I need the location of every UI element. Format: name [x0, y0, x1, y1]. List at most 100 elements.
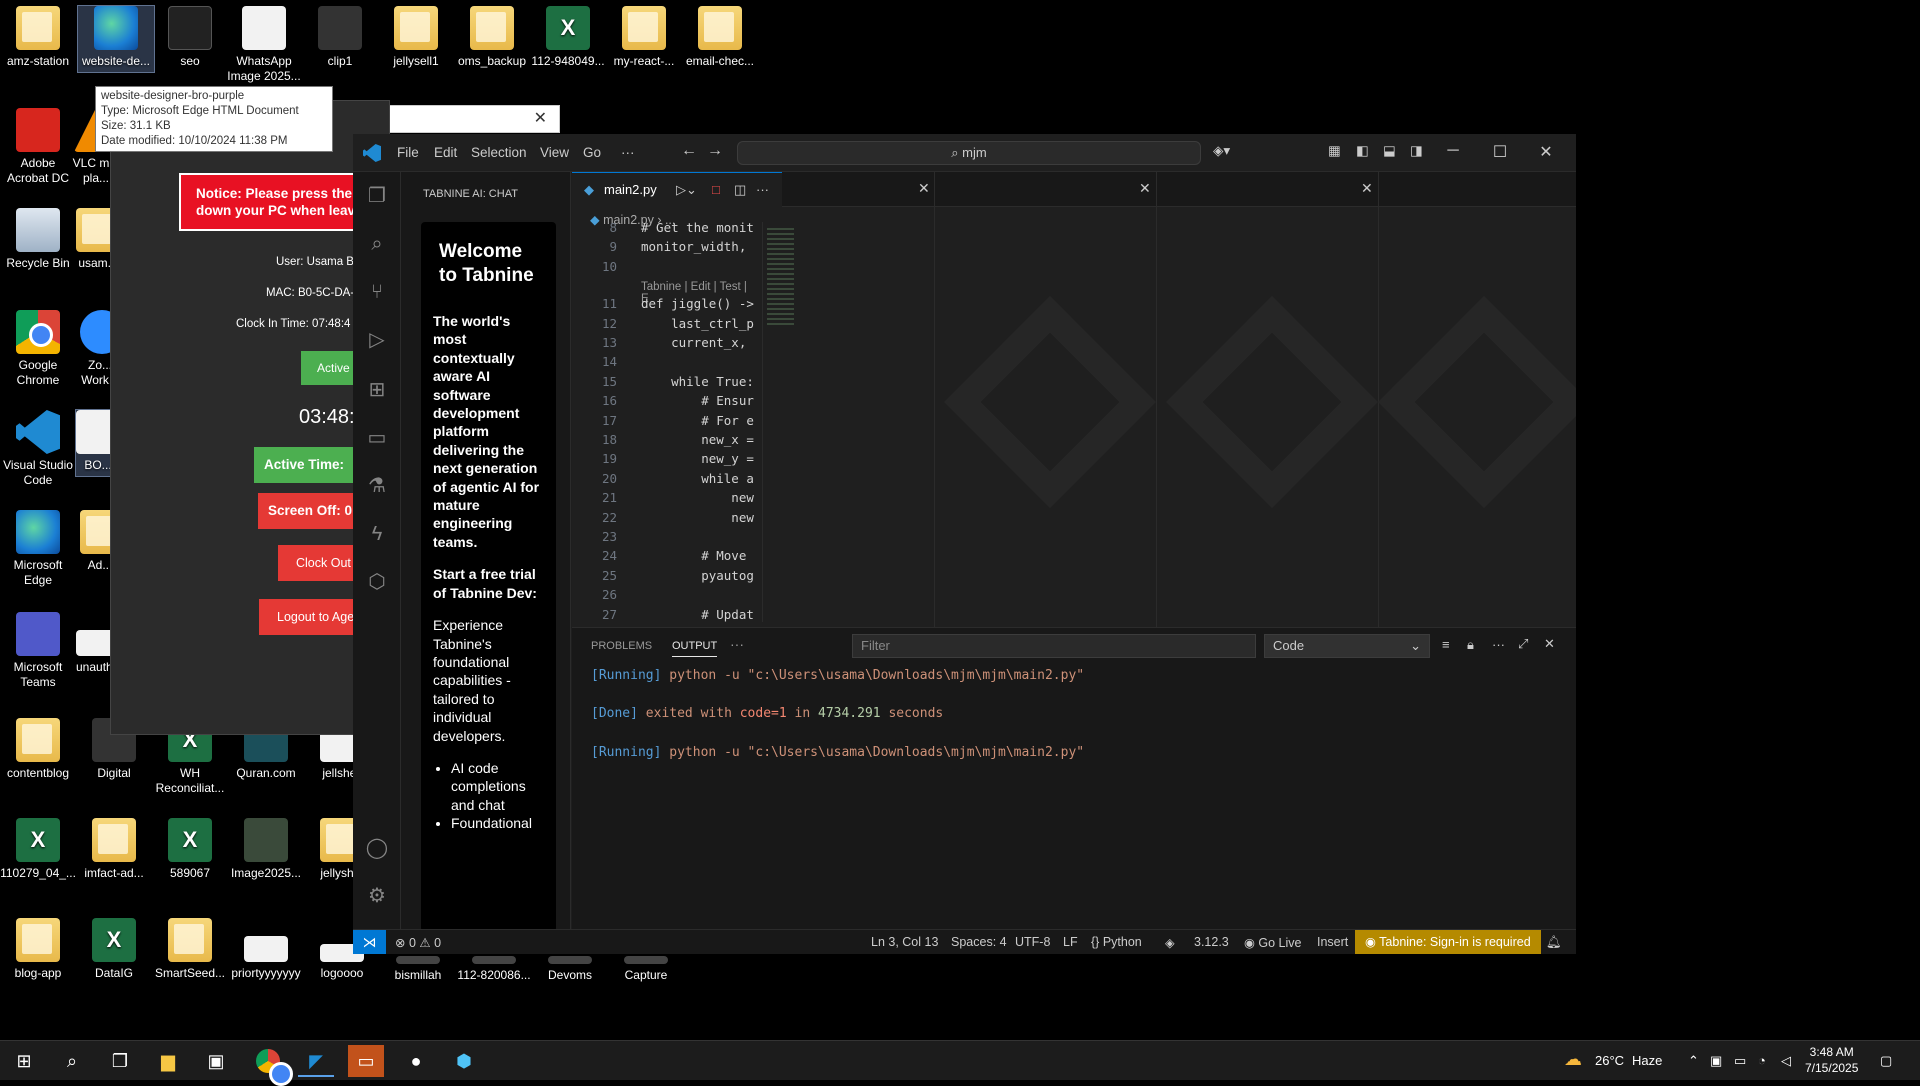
close-pane-icon[interactable]: ✕: [1361, 180, 1373, 197]
clear-output-icon[interactable]: ≡: [1442, 637, 1450, 652]
tab-problems[interactable]: PROBLEMS: [591, 640, 652, 652]
desktop-icon-my-react[interactable]: my-react-...: [606, 6, 682, 69]
desktop-icon-amz-station[interactable]: amz-station: [0, 6, 76, 69]
maximize-icon[interactable]: ☐: [1480, 142, 1520, 162]
editor-mode[interactable]: Insert: [1317, 935, 1348, 949]
stop-icon[interactable]: □: [712, 173, 720, 207]
encoding[interactable]: UTF-8: [1015, 935, 1050, 949]
chrome-taskbar-icon[interactable]: [250, 1045, 293, 1086]
notification-center-icon[interactable]: ▢: [1880, 1053, 1892, 1069]
language-mode[interactable]: {} Python: [1091, 935, 1142, 949]
desktop-icon-contentblog[interactable]: contentblog: [0, 718, 76, 781]
output-filter-input[interactable]: Filter: [852, 634, 1256, 658]
menu-edit[interactable]: Edit: [434, 145, 457, 160]
chevron-up-icon[interactable]: ⌃: [1688, 1053, 1699, 1069]
extensions-icon[interactable]: ⊞: [365, 378, 389, 402]
wifi-icon[interactable]: ◔: [1758, 1053, 1766, 1068]
menu-file[interactable]: File: [397, 145, 419, 160]
minimize-icon[interactable]: ─: [1433, 142, 1473, 160]
output-channel-select[interactable]: Code ⌄: [1264, 634, 1430, 658]
settings-gear-icon[interactable]: ⚙: [365, 884, 389, 908]
volume-icon[interactable]: ◁: [1781, 1053, 1791, 1069]
minimap[interactable]: [762, 222, 798, 622]
forward-arrow-icon[interactable]: →: [707, 142, 723, 160]
indentation[interactable]: Spaces: 4: [951, 935, 1007, 949]
source-control-icon[interactable]: ⑂: [365, 280, 389, 304]
task-view-icon[interactable]: ❐: [102, 1045, 138, 1077]
menu-go[interactable]: Go: [583, 145, 601, 160]
customize-layout-icon[interactable]: ▦: [1328, 143, 1341, 159]
file-explorer-icon[interactable]: ▆: [150, 1045, 186, 1077]
weather-icon[interactable]: ☁: [1564, 1049, 1582, 1070]
remote-indicator-icon[interactable]: ⋊: [353, 930, 386, 954]
tab-main2-py[interactable]: ◆ main2.py ▷⌄ □ ◫ ···: [572, 172, 782, 207]
desktop-icon-capture[interactable]: Capture: [608, 956, 684, 983]
copilot-icon[interactable]: ◈▾: [1213, 143, 1230, 159]
search-icon[interactable]: ⌕: [54, 1045, 90, 1077]
tabnine-status[interactable]: ◉ Tabnine: Sign-in is required: [1355, 930, 1541, 954]
store-icon[interactable]: ▣: [198, 1045, 234, 1077]
close-pane-icon[interactable]: ✕: [918, 180, 930, 197]
panel-more-icon[interactable]: ···: [730, 636, 744, 652]
python-version[interactable]: 3.12.3: [1194, 935, 1229, 949]
desktop-icon-image2025[interactable]: Image2025...: [228, 818, 304, 881]
explorer-icon[interactable]: ❐: [365, 184, 389, 208]
testing-icon[interactable]: ⚗: [365, 474, 389, 498]
desktop-icon-dataig[interactable]: X DataIG: [76, 918, 152, 981]
desktop-icon-oms-backup[interactable]: oms_backup: [454, 6, 530, 69]
close-icon[interactable]: ✕: [534, 108, 547, 128]
desktop-icon-devoms[interactable]: Devoms: [532, 956, 608, 983]
account-icon[interactable]: ◯: [365, 836, 389, 860]
menu-view[interactable]: View: [540, 145, 569, 160]
desktop-icon-google-chrome[interactable]: Google Chrome: [0, 310, 76, 388]
desktop-icon-website-designer[interactable]: website-de...: [77, 5, 155, 73]
tray-icon[interactable]: ▣: [1710, 1053, 1722, 1069]
weather-desc[interactable]: Haze: [1632, 1053, 1662, 1068]
close-panel-icon[interactable]: ✕: [1544, 636, 1555, 652]
desktop-icon-jellysell1[interactable]: jellysell1: [378, 6, 454, 69]
desktop-icon-excel-112-948049[interactable]: X 112-948049...: [530, 6, 606, 69]
desktop-icon-whatsapp-image[interactable]: WhatsApp Image 2025...: [226, 6, 302, 84]
desktop-icon-priorty[interactable]: priortyyyyyyy: [228, 936, 304, 981]
desktop-icon-microsoft-teams[interactable]: Microsoft Teams: [0, 612, 76, 690]
more-actions-icon[interactable]: ···: [756, 173, 769, 207]
toggle-panel-icon[interactable]: ⬓: [1383, 143, 1396, 159]
run-debug-icon[interactable]: ▷: [365, 328, 389, 352]
maximize-panel-icon[interactable]: ⤢: [1518, 636, 1528, 652]
copilot-status-icon[interactable]: ◈: [1165, 935, 1175, 950]
toggle-secondary-sidebar-icon[interactable]: ◨: [1410, 143, 1423, 159]
toggle-sidebar-icon[interactable]: ◧: [1356, 143, 1369, 159]
desktop-icon-bismillah[interactable]: bismillah: [380, 956, 456, 983]
split-editor-icon[interactable]: ◫: [734, 173, 746, 207]
app2-taskbar-icon[interactable]: ⬢: [446, 1045, 482, 1077]
search-icon[interactable]: ⌕: [365, 232, 389, 256]
vscode-taskbar-icon[interactable]: ◤: [298, 1045, 334, 1077]
cursor-position[interactable]: Ln 3, Col 13: [871, 935, 938, 949]
tab-output[interactable]: OUTPUT: [672, 640, 718, 657]
command-center-search[interactable]: ⌕ mjm: [737, 141, 1201, 165]
lightning-icon[interactable]: ϟ: [365, 522, 389, 546]
go-live[interactable]: ◉ Go Live: [1244, 935, 1301, 950]
app-taskbar-icon[interactable]: ●: [398, 1045, 434, 1077]
zoom-taskbar-icon[interactable]: ▭: [348, 1045, 384, 1077]
desktop-icon-clip1[interactable]: clip1: [302, 6, 378, 69]
desktop-icon-recycle-bin[interactable]: Recycle Bin: [0, 208, 76, 271]
line-ending[interactable]: LF: [1063, 935, 1078, 949]
lock-scroll-icon[interactable]: 🔒︎: [1467, 637, 1474, 653]
remote-explorer-icon[interactable]: ▭: [365, 426, 389, 450]
more-actions-icon[interactable]: ···: [1492, 637, 1505, 652]
run-python-icon[interactable]: ▷⌄: [676, 173, 697, 207]
desktop-icon-imfact-ad[interactable]: imfact-ad...: [76, 818, 152, 881]
desktop-icon-smartseed[interactable]: SmartSeed...: [152, 918, 228, 981]
code-editor[interactable]: 8 # Get the monit 9 monitor_width, 10 Tabnine…: [572, 222, 754, 627]
menu-more[interactable]: ···: [621, 145, 635, 160]
battery-icon[interactable]: ▭: [1734, 1053, 1746, 1069]
clock[interactable]: 3:48 AM 7/15/2025: [1805, 1044, 1858, 1076]
desktop-icon-seo[interactable]: seo: [152, 6, 228, 69]
problems-status[interactable]: ⊗ 0 ⚠ 0: [395, 935, 441, 950]
desktop-icon-visual-studio-code[interactable]: Visual Studio Code: [0, 410, 76, 488]
weather-temp[interactable]: 26°C: [1595, 1053, 1624, 1068]
tabnine-icon[interactable]: ⬡: [365, 570, 389, 594]
desktop-icon-589067[interactable]: X 589067: [152, 818, 228, 881]
close-pane-icon[interactable]: ✕: [1139, 180, 1151, 197]
